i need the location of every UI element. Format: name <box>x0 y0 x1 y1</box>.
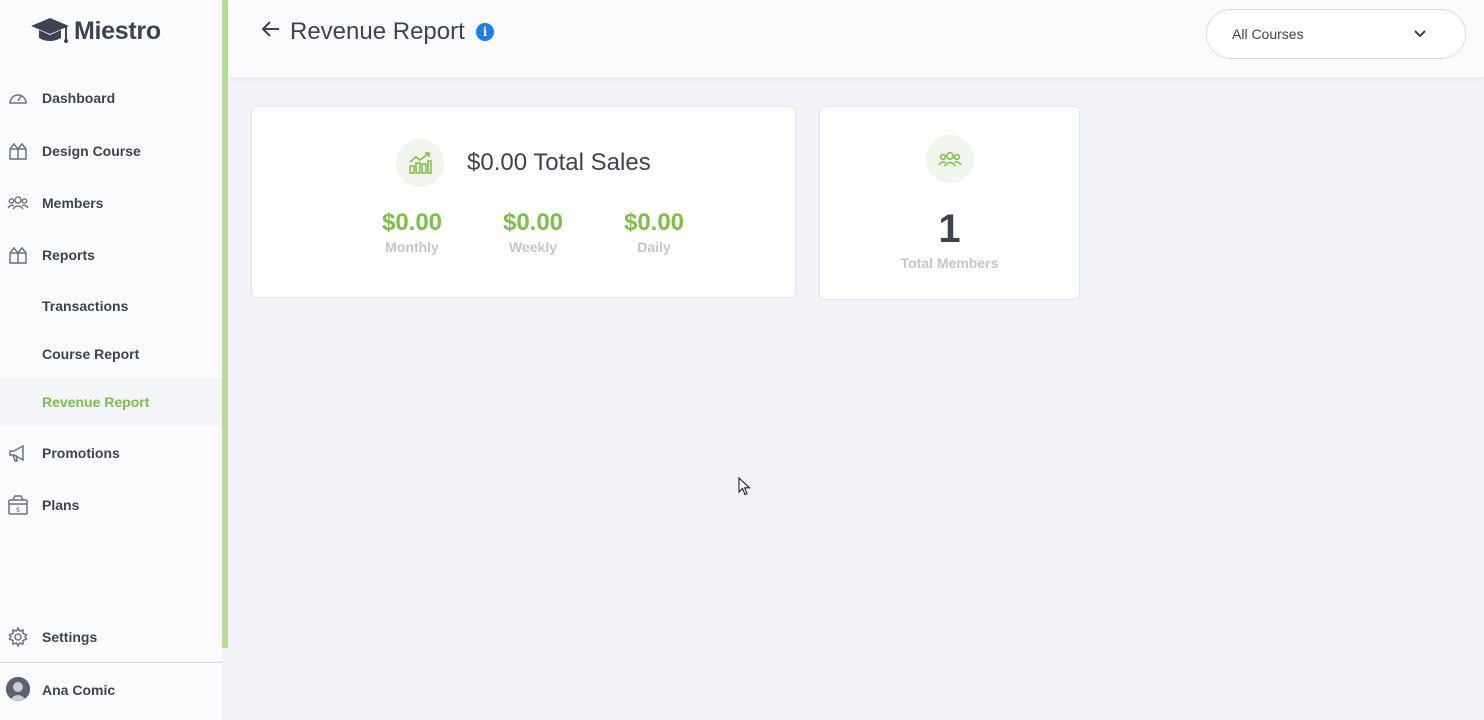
sidebar-item-revenue-report[interactable]: Revenue Report <box>0 378 226 426</box>
users-group-icon <box>938 152 962 167</box>
members-label: Total Members <box>900 255 999 271</box>
sidebar-item-label: Promotions <box>42 445 120 461</box>
page-title: Revenue Report <box>290 18 465 45</box>
sidebar-item-label: Transactions <box>42 298 129 314</box>
sales-stat-weekly: $0.00 Weekly <box>483 209 583 255</box>
sidebar-item-label: Dashboard <box>42 90 116 106</box>
sidebar-item-transactions[interactable]: Transactions <box>0 282 222 330</box>
svg-text:$: $ <box>16 506 20 514</box>
page-header: Revenue Report i All Courses <box>228 0 1484 78</box>
sidebar-item-reports[interactable]: Reports <box>0 231 222 279</box>
sales-icon-circle <box>396 139 444 187</box>
total-members-card: 1 Total Members <box>819 106 1080 300</box>
total-sales-card: $0.00 Total Sales $0.00 Monthly $0.00 We… <box>251 106 796 298</box>
sidebar-item-dashboard[interactable]: Dashboard <box>0 74 222 122</box>
sidebar-scrollbar[interactable] <box>222 0 228 648</box>
avatar[interactable] <box>6 677 30 701</box>
sales-amount: $0.00 <box>502 209 564 236</box>
sales-period: Monthly <box>385 239 439 255</box>
sidebar-item-design-course[interactable]: Design Course <box>0 127 222 175</box>
speedometer-icon <box>7 87 29 109</box>
open-box-icon <box>7 244 29 266</box>
sales-period: Daily <box>637 239 671 255</box>
gear-icon <box>7 626 29 648</box>
sales-period: Weekly <box>509 239 557 255</box>
growth-chart-icon <box>409 152 432 174</box>
sidebar: Miestro Dashboard Design Course Members … <box>0 0 226 720</box>
sidebar-item-label: Settings <box>42 629 98 645</box>
profile-name[interactable]: Ana Comic <box>42 682 115 698</box>
sidebar-item-label: Reports <box>42 247 95 263</box>
open-box-icon <box>7 140 29 162</box>
megaphone-icon <box>7 442 29 464</box>
brand-name: Miestro <box>74 16 161 45</box>
user-avatar-icon <box>6 677 30 701</box>
users-group-icon <box>7 192 29 214</box>
graduation-cap-icon <box>31 18 69 43</box>
sidebar-item-label: Plans <box>42 497 80 513</box>
sidebar-item-members[interactable]: Members <box>0 179 222 227</box>
sidebar-item-label: Design Course <box>42 143 141 159</box>
sidebar-rail-end <box>222 648 228 720</box>
info-icon[interactable]: i <box>476 23 494 41</box>
sales-amount: $0.00 <box>381 209 443 236</box>
members-icon-circle <box>926 135 974 183</box>
mouse-pointer-icon <box>738 477 751 496</box>
course-filter-value: All Courses <box>1232 26 1304 42</box>
sales-amount: $0.00 <box>623 209 685 236</box>
sidebar-item-promotions[interactable]: Promotions <box>0 429 222 477</box>
dollar-box-icon: $ <box>7 494 29 516</box>
members-count: 1 <box>938 207 961 251</box>
sidebar-item-course-report[interactable]: Course Report <box>0 330 222 378</box>
sidebar-item-plans[interactable]: $ Plans <box>0 481 222 529</box>
chevron-down-icon <box>1414 30 1426 38</box>
sales-stat-monthly: $0.00 Monthly <box>362 209 462 255</box>
sidebar-item-settings[interactable]: Settings <box>0 613 222 661</box>
sales-stat-daily: $0.00 Daily <box>604 209 704 255</box>
course-filter-select[interactable]: All Courses <box>1206 9 1466 59</box>
brand-logo[interactable]: Miestro <box>30 14 161 48</box>
sidebar-item-label: Members <box>42 195 104 211</box>
profile-divider <box>0 662 222 663</box>
sidebar-item-label: Revenue Report <box>42 394 150 410</box>
back-arrow-icon[interactable] <box>260 18 282 40</box>
sidebar-item-label: Course Report <box>42 346 140 362</box>
total-sales-value: $0.00 Total Sales <box>467 149 651 176</box>
